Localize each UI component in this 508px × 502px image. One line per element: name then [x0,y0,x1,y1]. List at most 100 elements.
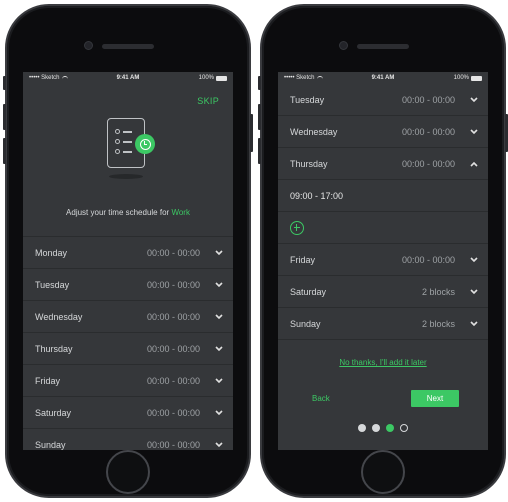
day-row-thursday[interactable]: Thursday 00:00 - 00:00 [23,333,233,365]
day-label: Tuesday [35,279,70,290]
page-dot-2 [372,424,380,432]
home-button[interactable] [106,450,150,494]
day-label: Saturday [290,286,327,297]
day-label: Friday [290,254,316,265]
time-range: 2 blocks [421,286,455,297]
day-label: Sunday [35,439,66,450]
day-row-friday[interactable]: Friday 00:00 - 00:00 [278,244,488,276]
day-row-saturday[interactable]: Saturday 00:00 - 00:00 [23,397,233,429]
front-camera [339,41,348,50]
chevron-down-icon [469,95,478,104]
time-range: 00:00 - 00:00 [146,311,200,322]
battery-icon [471,75,482,81]
weekday-list: Tuesday 00:00 - 00:00 Wednesday 00:00 - … [278,84,488,340]
time-range: 00:00 - 00:00 [146,343,200,354]
chevron-down-icon [214,312,223,321]
day-row-sunday[interactable]: Sunday 00:00 - 00:00 [23,429,233,450]
time-range: 00:00 - 00:00 [146,407,200,418]
day-row-wednesday[interactable]: Wednesday 00:00 - 00:00 [278,116,488,148]
skip-button[interactable]: SKIP [197,96,219,106]
carrier-label: ••••• Sketch [29,75,60,81]
battery-percent: 100% [198,75,214,81]
phone-frame-right: ••••• Sketch 9:41 AM 100% Tuesday 00:00 … [258,4,508,498]
time-range: 00:00 - 00:00 [146,279,200,290]
schedule-edit-screen: ••••• Sketch 9:41 AM 100% Tuesday 00:00 … [278,72,488,450]
time-range: 00:00 - 00:00 [146,439,200,450]
schedule-caption: Adjust your time schedule for Work [23,208,233,217]
day-label: Tuesday [290,94,325,105]
add-time-block-row [278,212,488,244]
chevron-down-icon [214,280,223,289]
skip-later-link[interactable]: No thanks, I'll add it later [278,358,488,367]
time-range: 00:00 - 00:00 [401,158,455,169]
chevron-up-icon [469,159,478,168]
schedule-intro-screen: ••••• Sketch 9:41 AM 100% SKIP Adjust yo… [23,72,233,450]
time-range: 2 blocks [421,318,455,329]
chevron-down-icon [469,287,478,296]
mute-switch [258,76,261,90]
chevron-down-icon [214,376,223,385]
wifi-icon [61,76,68,80]
day-label: Wednesday [35,311,83,322]
day-row-wednesday[interactable]: Wednesday 00:00 - 00:00 [23,301,233,333]
time-block-label: 09:00 - 17:00 [290,190,344,201]
add-circle-icon[interactable] [290,220,304,235]
mute-switch [3,76,6,90]
day-row-monday[interactable]: Monday 00:00 - 00:00 [23,237,233,269]
status-bar: ••••• Sketch 9:41 AM 100% [278,72,488,84]
home-button[interactable] [361,450,405,494]
back-button[interactable]: Back [312,394,330,403]
day-row-tuesday[interactable]: Tuesday 00:00 - 00:00 [23,269,233,301]
status-bar: ••••• Sketch 9:41 AM 100% [23,72,233,84]
day-row-sunday[interactable]: Sunday 2 blocks [278,308,488,340]
day-row-thursday[interactable]: Thursday 00:00 - 00:00 [278,148,488,180]
day-row-friday[interactable]: Friday 00:00 - 00:00 [23,365,233,397]
day-label: Thursday [290,158,328,169]
page-indicator [278,424,488,432]
volume-down-button [258,138,261,164]
day-label: Sunday [290,318,321,329]
status-time: 9:41 AM [116,75,140,81]
chevron-down-icon [469,127,478,136]
illustration-shadow [109,174,143,179]
chevron-down-icon [469,255,478,264]
time-range: 00:00 - 00:00 [401,254,455,265]
time-block-entry[interactable]: 09:00 - 17:00 [278,180,488,212]
earpiece-speaker [357,44,409,49]
day-label: Saturday [35,407,72,418]
caption-text: Adjust your time schedule for [66,208,170,217]
chevron-down-icon [214,248,223,257]
schedule-illustration [107,118,167,186]
earpiece-speaker [102,44,154,49]
chevron-down-icon [214,408,223,417]
day-label: Thursday [35,343,73,354]
volume-down-button [3,138,6,164]
time-range: 00:00 - 00:00 [146,247,200,258]
chevron-down-icon [214,344,223,353]
day-label: Monday [35,247,68,258]
carrier-label: ••••• Sketch [284,75,315,81]
battery-icon [216,75,227,81]
day-label: Friday [35,375,61,386]
wifi-icon [316,76,323,80]
volume-up-button [3,104,6,130]
power-button [250,114,253,152]
time-range: 00:00 - 00:00 [401,126,455,137]
day-row-tuesday[interactable]: Tuesday 00:00 - 00:00 [278,84,488,116]
time-range: 00:00 - 00:00 [401,94,455,105]
chevron-down-icon [214,440,223,449]
page-dot-1 [358,424,366,432]
day-label: Wednesday [290,126,338,137]
time-range: 00:00 - 00:00 [146,375,200,386]
status-time: 9:41 AM [371,75,395,81]
day-row-saturday[interactable]: Saturday 2 blocks [278,276,488,308]
chevron-down-icon [469,319,478,328]
page-dot-3-active [386,424,394,432]
battery-percent: 100% [453,75,469,81]
phone-frame-left: ••••• Sketch 9:41 AM 100% SKIP Adjust yo… [3,4,253,498]
next-button[interactable]: Next [411,390,459,407]
volume-up-button [258,104,261,130]
weekday-list: Monday 00:00 - 00:00 Tuesday 00:00 - 00:… [23,236,233,450]
front-camera [84,41,93,50]
caption-accent: Work [171,208,190,217]
